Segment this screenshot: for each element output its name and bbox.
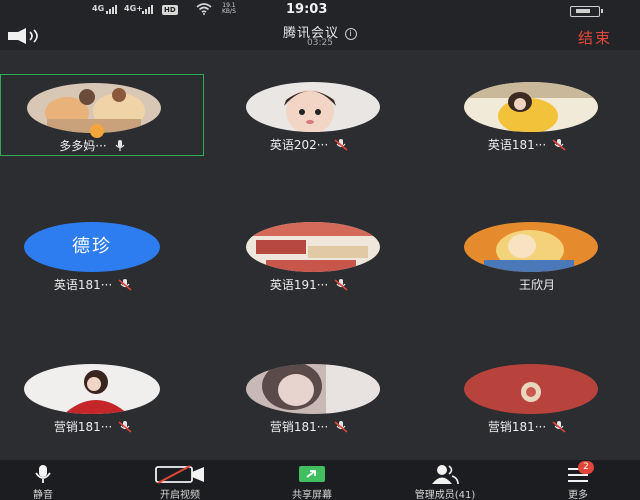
mic-muted-icon xyxy=(118,421,132,433)
start-video-button[interactable]: 开启视频 xyxy=(140,460,220,500)
mic-muted-icon xyxy=(552,139,566,151)
participant-name: 英语191··· xyxy=(269,278,329,292)
participant-name: 营销181··· xyxy=(269,420,329,434)
share-screen-button[interactable]: 共享屏幕 xyxy=(274,460,350,500)
network-type-2: 4G+ xyxy=(124,4,143,13)
members-label: 管理成员(41) xyxy=(414,490,476,500)
participant-name-row: 英语202··· xyxy=(206,136,412,153)
end-meeting-button[interactable]: 结束 xyxy=(578,27,612,48)
participant-name: 营销181··· xyxy=(53,420,113,434)
members-icon xyxy=(432,465,459,485)
participant-tile[interactable]: 王欣月 xyxy=(434,214,640,296)
meeting-timer: 03:25 xyxy=(307,38,333,48)
participant-name-row: 英语191··· xyxy=(206,276,412,293)
host-badge-icon xyxy=(90,124,104,138)
participant-avatar xyxy=(464,82,598,132)
signal-icon xyxy=(106,5,120,14)
participant-tile[interactable]: 英语181··· xyxy=(434,74,640,156)
participant-name-row: 英语181··· xyxy=(0,276,196,293)
camera-off-icon xyxy=(155,465,204,484)
network-speed: 19.1 KB/S xyxy=(222,3,236,15)
share-screen-icon xyxy=(299,466,325,482)
participant-tile[interactable]: 营销181··· xyxy=(216,356,422,438)
participant-name-row: 王欣月 xyxy=(434,276,640,293)
mic-muted-icon xyxy=(334,421,348,433)
speed-unit: KB/S xyxy=(222,8,236,15)
participant-tile[interactable]: 多多妈··· xyxy=(0,74,204,156)
mic-muted-icon xyxy=(334,279,348,291)
participant-name-row: 多多妈··· xyxy=(0,137,195,154)
participant-name-row: 英语181··· xyxy=(424,136,630,153)
participant-tile[interactable]: 英语191··· xyxy=(216,214,422,296)
participant-avatar xyxy=(246,82,380,132)
mic-muted-icon xyxy=(118,279,132,291)
bottom-toolbar: 静音 开启视频 共享屏幕 管理成员(41) 2 更多 xyxy=(0,460,640,500)
mic-on-icon xyxy=(115,140,125,151)
video-label: 开启视频 xyxy=(160,490,200,500)
mute-label: 静音 xyxy=(33,490,53,500)
participant-avatar xyxy=(246,222,380,272)
participant-name: 多多妈··· xyxy=(59,139,107,153)
share-label: 共享屏幕 xyxy=(292,490,332,500)
participant-avatar xyxy=(24,364,160,414)
clock: 19:03 xyxy=(286,2,328,17)
participant-name: 英语181··· xyxy=(53,278,113,292)
more-label: 更多 xyxy=(568,490,588,500)
notification-badge: 2 xyxy=(578,461,594,474)
participant-avatar xyxy=(464,222,598,272)
participant-name: 王欣月 xyxy=(518,278,555,292)
hd-badge: HD xyxy=(162,5,178,15)
participant-avatar xyxy=(246,364,380,414)
participant-name-row: 营销181··· xyxy=(206,418,412,435)
signal-icon xyxy=(142,5,156,14)
mic-muted-icon xyxy=(334,139,348,151)
participant-name: 营销181··· xyxy=(487,420,547,434)
mic-muted-icon xyxy=(552,421,566,433)
text-avatar: 德珍 xyxy=(24,222,160,272)
mute-button[interactable]: 静音 xyxy=(18,460,68,500)
participant-tile[interactable]: 营销181··· xyxy=(0,356,206,438)
more-button[interactable]: 2 更多 xyxy=(548,460,608,500)
participant-name-row: 营销181··· xyxy=(424,418,630,435)
manage-members-button[interactable]: 管理成员(41) xyxy=(392,460,498,500)
participant-name: 英语202··· xyxy=(269,138,329,152)
wifi-icon xyxy=(196,3,212,15)
participant-tile[interactable]: 英语202··· xyxy=(216,74,422,156)
meeting-header: 腾讯会议 i 03:25 结束 xyxy=(0,20,640,50)
status-bar: 4G 4G+ HD 19.1 KB/S 19:03 xyxy=(0,0,640,20)
participant-name: 英语181··· xyxy=(487,138,547,152)
participant-avatar xyxy=(464,364,598,414)
participant-name-row: 营销181··· xyxy=(0,418,196,435)
participant-tile[interactable]: 营销181··· xyxy=(434,356,640,438)
microphone-icon xyxy=(35,465,51,483)
participant-tile[interactable]: 德珍 英语181··· xyxy=(0,214,206,296)
network-type-1: 4G xyxy=(92,4,105,13)
battery-icon xyxy=(570,6,603,17)
